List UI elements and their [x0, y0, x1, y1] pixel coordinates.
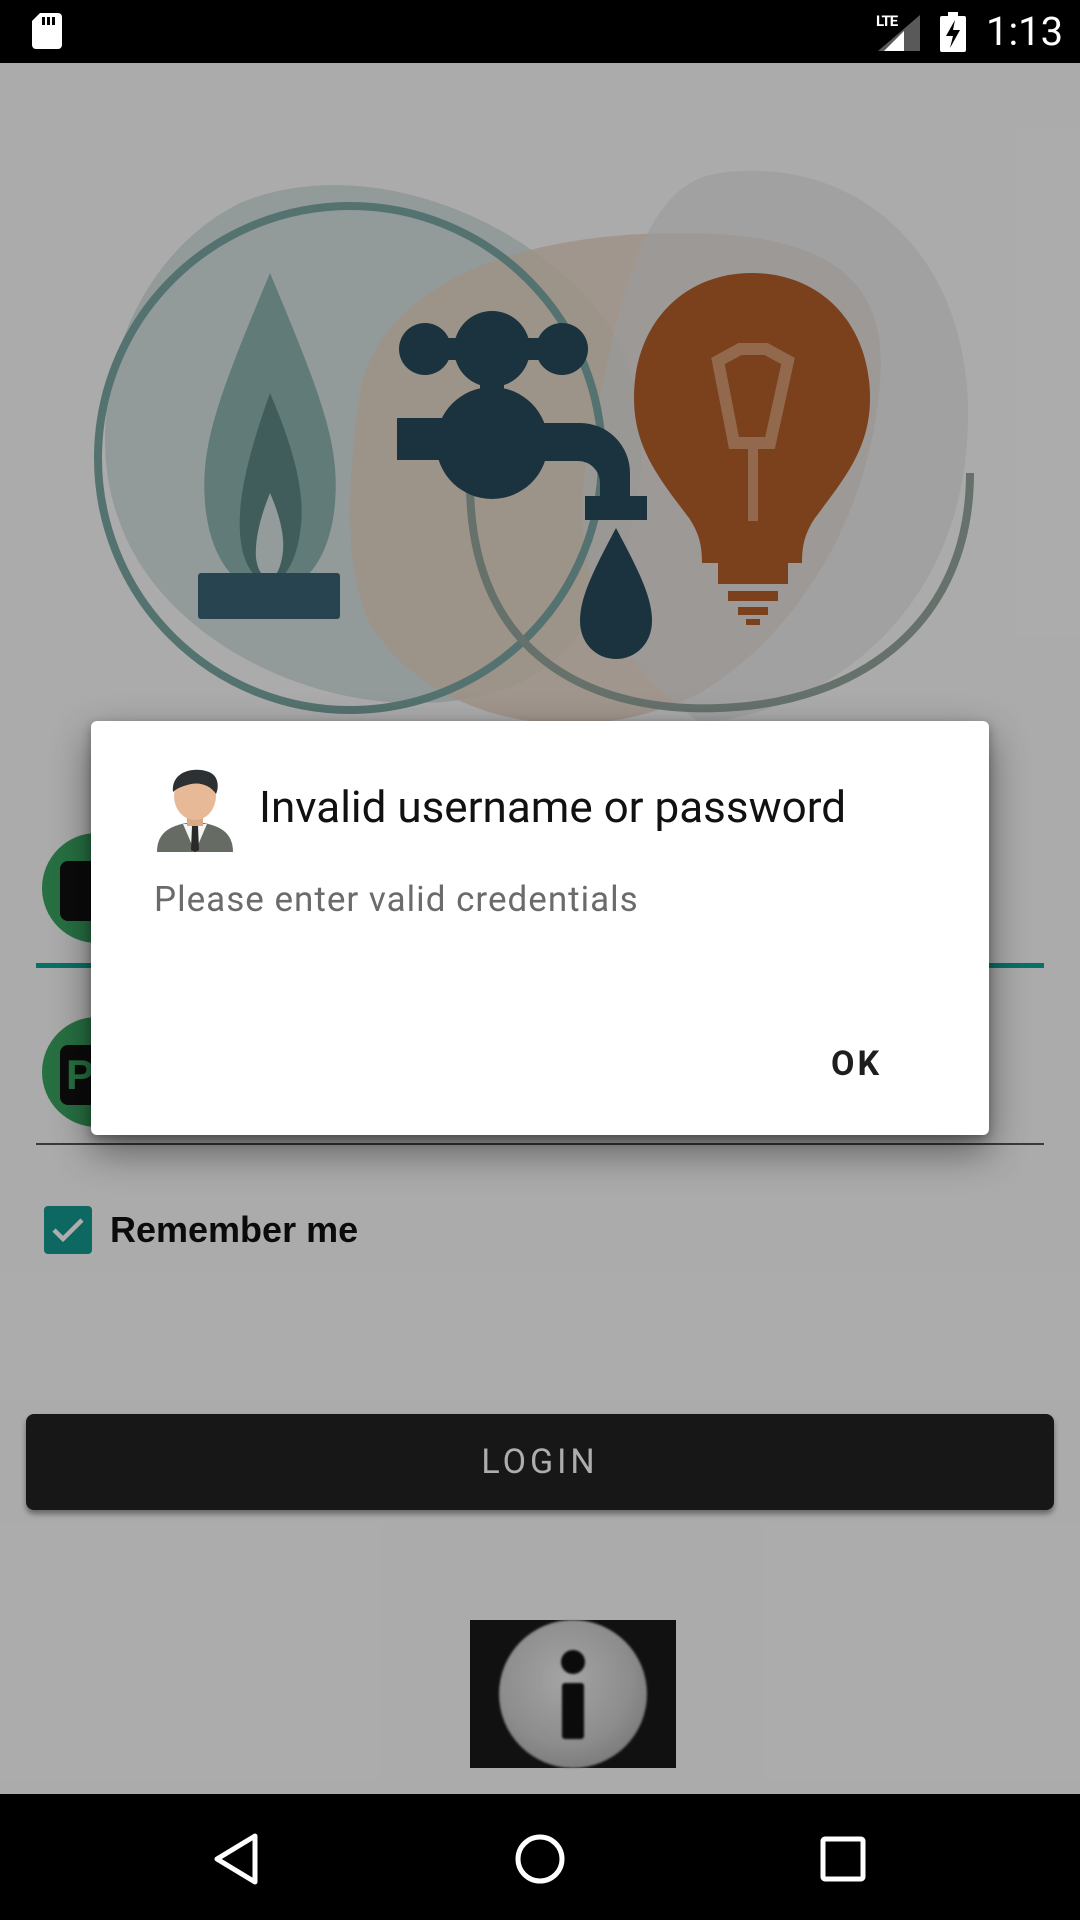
navigation-bar — [0, 1794, 1080, 1920]
user-avatar-icon — [157, 769, 233, 852]
dialog-title: Invalid username or password — [259, 781, 847, 833]
error-dialog: Invalid username or password Please ente… — [91, 721, 989, 1135]
status-bar: LTE 1:13 — [0, 0, 1080, 63]
back-icon — [214, 1833, 258, 1885]
battery-charging-icon — [940, 12, 966, 52]
status-clock: 1:13 — [986, 8, 1064, 55]
signal-icon — [878, 15, 920, 51]
dialog-message: Please enter valid credentials — [154, 879, 639, 920]
sd-card-icon — [32, 13, 62, 49]
back-button[interactable] — [200, 1824, 270, 1894]
ok-button[interactable]: OK — [831, 1044, 882, 1084]
home-icon — [515, 1834, 565, 1884]
home-button[interactable] — [505, 1824, 575, 1894]
recents-icon — [820, 1836, 866, 1882]
recents-button[interactable] — [808, 1824, 878, 1894]
